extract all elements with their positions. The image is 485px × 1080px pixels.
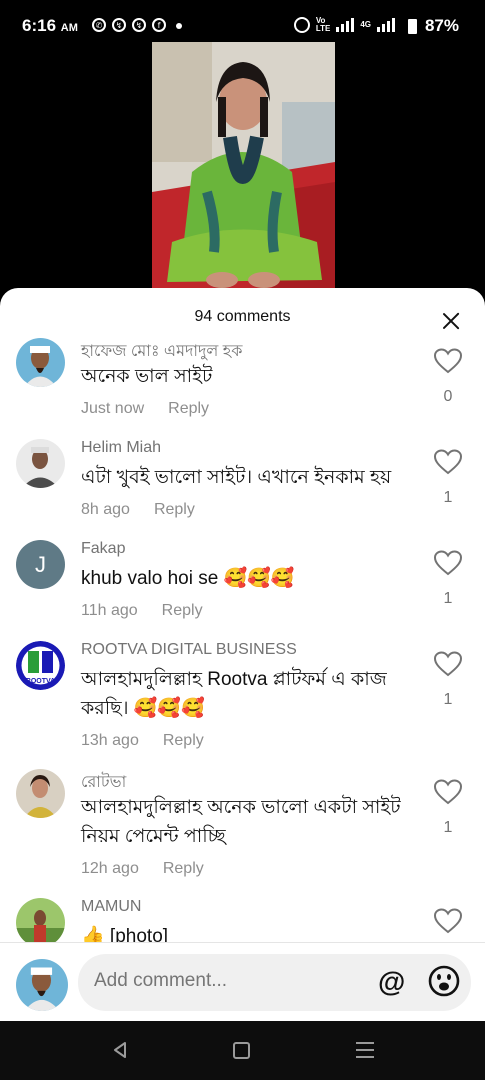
- heart-icon[interactable]: [434, 550, 462, 576]
- comment-author[interactable]: রোটভা: [81, 769, 126, 796]
- reply-button[interactable]: Reply: [163, 732, 204, 749]
- like-count: 0: [443, 388, 453, 405]
- comment-time: 11h ago: [81, 602, 138, 619]
- divider: [0, 942, 485, 943]
- back-icon[interactable]: [110, 1040, 130, 1060]
- network-type-label: 4G: [360, 20, 371, 29]
- avatar[interactable]: [16, 769, 65, 818]
- heart-icon[interactable]: [434, 779, 462, 805]
- status-clock: 6:16: [22, 16, 57, 35]
- whatsapp-icon: ✆: [92, 18, 106, 32]
- messenger-icon: ↯: [132, 18, 146, 32]
- comment-author[interactable]: হাফেজ মোঃ এমদাদুল হক: [81, 338, 242, 365]
- volte-bottom: LTE: [315, 24, 331, 33]
- comment-time: 8h ago: [81, 501, 130, 518]
- status-time: 6:16 AM: [22, 16, 78, 36]
- video-frame-image: [152, 42, 335, 290]
- comment-composer: @: [78, 954, 471, 1011]
- comments-count-title: 94 comments: [194, 308, 291, 325]
- comment-meta: 13h ago Reply: [81, 732, 204, 750]
- reply-button[interactable]: Reply: [154, 501, 195, 518]
- signal-icon: [336, 18, 355, 32]
- comment-meta: 8h ago Reply: [81, 501, 195, 519]
- reply-button[interactable]: Reply: [162, 602, 203, 619]
- current-user-avatar: [16, 959, 68, 1011]
- reply-button[interactable]: Reply: [163, 860, 204, 877]
- avatar[interactable]: ROOTVA: [16, 641, 65, 690]
- comment-text: অনেক ভাল সাইট: [81, 366, 213, 387]
- home-icon[interactable]: [233, 1042, 250, 1059]
- like-count: 1: [443, 819, 453, 836]
- comment-time: Just now: [81, 400, 145, 417]
- heart-icon[interactable]: [434, 449, 462, 475]
- comment-author[interactable]: ROOTVA DIGITAL BUSINESS: [81, 641, 297, 659]
- recent-apps-icon[interactable]: [356, 1042, 374, 1058]
- facebook-icon: f: [152, 18, 166, 32]
- comment-text: আলহামদুলিল্লাহ অনেক ভালো একটা সাইট নিয়ম…: [81, 797, 401, 847]
- emoji-icon[interactable]: [428, 965, 460, 997]
- comment-meta: 12h ago Reply: [81, 860, 204, 878]
- avatar[interactable]: [16, 898, 65, 942]
- avatar[interactable]: J: [16, 540, 65, 589]
- comment-meta: Just now Reply: [81, 400, 209, 418]
- volte-label: Vo LTE: [316, 17, 331, 33]
- status-ampm: AM: [60, 22, 78, 34]
- comments-sheet: 94 comments হাফেজ মোঃ এমদাদুল হক অনেক ভা…: [0, 288, 485, 1021]
- video-preview[interactable]: [152, 42, 335, 290]
- system-icons: Vo LTE 4G: [293, 17, 395, 33]
- comment-text: এটা খুবই ভালো সাইট। এখানে ইনকাম হয়: [81, 467, 392, 488]
- heart-icon[interactable]: [434, 908, 462, 934]
- mention-button[interactable]: @: [378, 966, 405, 998]
- comment-author[interactable]: MAMUN: [81, 898, 141, 916]
- comment-time: 13h ago: [81, 732, 139, 749]
- comments-list[interactable]: হাফেজ মোঃ এমদাদুল হক অনেক ভাল সাইট Just …: [0, 338, 485, 942]
- signal-icon-2: [377, 18, 395, 32]
- comment-text: আলহামদুলিল্লাহ Rootva প্লাটফর্ম এ কাজ কর…: [81, 669, 387, 719]
- comment-text: 👍 [photo]: [81, 926, 169, 942]
- comment-text: khub valo hoi se 🥰🥰🥰: [81, 568, 295, 589]
- like-count: 1: [443, 590, 453, 607]
- reply-button[interactable]: Reply: [168, 400, 209, 417]
- comment-input[interactable]: [94, 970, 364, 992]
- battery-icon: [408, 19, 417, 34]
- heart-icon[interactable]: [434, 651, 462, 677]
- heart-icon[interactable]: [434, 348, 462, 374]
- comment-meta: 11h ago Reply: [81, 602, 203, 620]
- comment-author[interactable]: Helim Miah: [81, 439, 161, 457]
- like-count: 1: [443, 691, 453, 708]
- alarm-icon: [293, 17, 310, 33]
- like-count: 1: [443, 489, 453, 506]
- dot-icon: [176, 23, 182, 29]
- notification-icons: ✆ ↯ ↯ f: [92, 18, 182, 32]
- avatar[interactable]: [16, 439, 65, 488]
- comment-author[interactable]: Fakap: [81, 540, 125, 558]
- system-nav-bar: [0, 1021, 485, 1080]
- messenger-icon: ↯: [112, 18, 126, 32]
- close-icon[interactable]: [438, 308, 464, 334]
- comment-time: 12h ago: [81, 860, 139, 877]
- battery-percent: 87%: [424, 16, 459, 35]
- avatar[interactable]: [16, 338, 65, 387]
- svg-text:ROOTVA: ROOTVA: [26, 678, 55, 685]
